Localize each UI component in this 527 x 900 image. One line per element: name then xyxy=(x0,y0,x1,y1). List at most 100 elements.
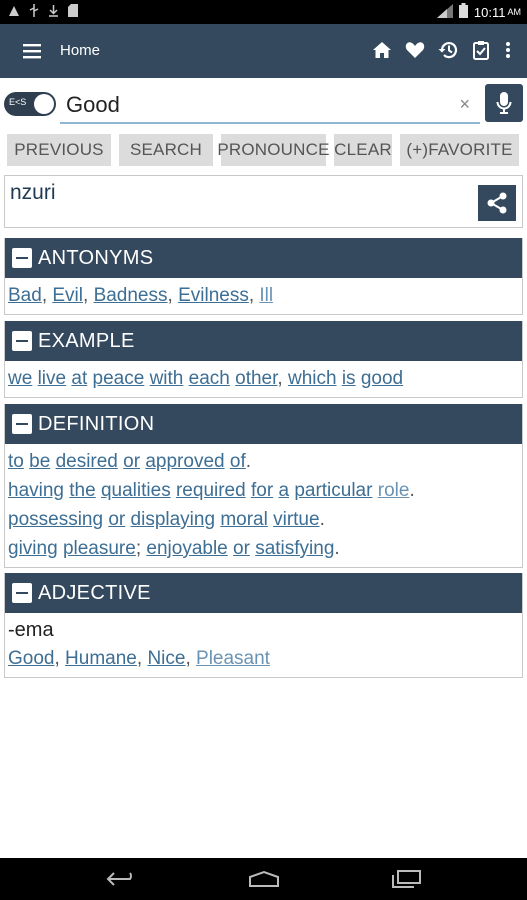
word-link[interactable]: qualities xyxy=(101,480,171,501)
synonym-link[interactable]: Pleasant xyxy=(196,648,270,669)
definition-title: DEFINITION xyxy=(38,412,155,435)
word-link[interactable]: the xyxy=(69,480,95,501)
adjective-translation: -ema xyxy=(8,619,54,641)
adjective-title: ADJECTIVE xyxy=(38,581,151,604)
word-link[interactable]: giving xyxy=(8,538,58,559)
system-nav-bar xyxy=(0,858,527,900)
status-right: 10:11 AM xyxy=(436,3,521,21)
signal-icon xyxy=(436,3,453,21)
word-link[interactable]: required xyxy=(176,480,246,501)
word-link[interactable]: we xyxy=(8,368,32,389)
menu-icon[interactable] xyxy=(22,41,42,61)
clear-search-icon[interactable]: × xyxy=(459,94,470,115)
language-toggle[interactable]: E<S xyxy=(4,92,56,116)
word-link[interactable]: approved xyxy=(145,451,224,472)
clear-button[interactable]: CLEAR xyxy=(334,134,392,166)
home-icon[interactable] xyxy=(371,38,393,62)
example-body: we live at peace with each other, which … xyxy=(5,361,522,397)
word-link[interactable]: moral xyxy=(220,509,268,530)
example-sentence: we live at peace with each other, which … xyxy=(8,368,404,389)
antonym-link[interactable]: Evilness xyxy=(178,285,249,306)
word-link[interactable]: good xyxy=(361,368,403,389)
word-link[interactable]: is xyxy=(342,368,356,389)
antonyms-list: Bad, Evil, Badness, Evilness, Ill xyxy=(8,285,274,306)
previous-button[interactable]: PREVIOUS xyxy=(7,134,111,166)
word-link[interactable]: each xyxy=(189,368,230,389)
antonym-link[interactable]: Evil xyxy=(52,285,83,306)
collapse-icon xyxy=(12,248,32,268)
example-header[interactable]: EXAMPLE xyxy=(5,321,522,361)
collapse-icon xyxy=(12,331,32,351)
pronounce-button[interactable]: PRONOUNCE xyxy=(217,134,329,166)
history-icon[interactable] xyxy=(437,38,459,62)
favorite-icon[interactable] xyxy=(404,38,426,62)
antonyms-body: Bad, Evil, Badness, Evilness, Ill xyxy=(5,278,522,314)
antonyms-section: ANTONYMS Bad, Evil, Badness, Evilness, I… xyxy=(4,238,523,315)
collapse-icon xyxy=(12,414,32,434)
search-input[interactable] xyxy=(66,90,446,120)
app-actions xyxy=(371,38,513,62)
favorite-button[interactable]: (+)FAVORITE xyxy=(400,134,519,166)
synonym-link[interactable]: Humane xyxy=(65,648,137,669)
word-link[interactable]: role xyxy=(378,480,410,501)
antonyms-title: ANTONYMS xyxy=(38,246,154,269)
definition-line: to be desired or approved of. xyxy=(8,451,252,472)
adjective-section: ADJECTIVE -ema Good, Humane, Nice, Pleas… xyxy=(4,573,523,678)
adjective-body: -ema Good, Humane, Nice, Pleasant xyxy=(5,613,522,677)
antonym-link[interactable]: Bad xyxy=(8,285,42,306)
example-section: EXAMPLE we live at peace with each other… xyxy=(4,321,523,398)
toggle-label: E<S xyxy=(9,97,27,107)
status-bar: 10:11 AM xyxy=(0,0,527,24)
collapse-icon xyxy=(12,583,32,603)
word-link[interactable]: pleasure xyxy=(63,538,136,559)
word-link[interactable]: or xyxy=(123,451,140,472)
word-link[interactable]: which xyxy=(288,368,337,389)
word-link[interactable]: or xyxy=(108,509,125,530)
search-row: E<S × xyxy=(0,78,527,130)
antonyms-header[interactable]: ANTONYMS xyxy=(5,238,522,278)
word-link[interactable]: virtue xyxy=(273,509,319,530)
clock-time: 10:11 xyxy=(473,4,506,20)
adjective-synonyms: Good, Humane, Nice, Pleasant xyxy=(8,648,270,669)
word-link[interactable]: particular xyxy=(294,480,372,501)
definition-line: having the qualities required for a part… xyxy=(8,480,415,501)
sd-card-icon xyxy=(68,4,78,22)
word-link[interactable]: other xyxy=(235,368,277,389)
definition-header[interactable]: DEFINITION xyxy=(5,404,522,444)
word-link[interactable]: satisfying xyxy=(255,538,334,559)
synonym-link[interactable]: Nice xyxy=(147,648,185,669)
adjective-header[interactable]: ADJECTIVE xyxy=(5,573,522,613)
word-link[interactable]: of xyxy=(230,451,246,472)
translation-result: nzuri xyxy=(4,175,523,228)
download-icon xyxy=(48,4,59,22)
microphone-icon[interactable] xyxy=(485,84,523,122)
word-link[interactable]: desired xyxy=(56,451,118,472)
word-link[interactable]: live xyxy=(38,368,67,389)
recent-apps-icon[interactable] xyxy=(386,866,426,892)
translation-word: nzuri xyxy=(10,181,56,204)
word-link[interactable]: for xyxy=(251,480,273,501)
search-button[interactable]: SEARCH xyxy=(119,134,213,166)
word-link[interactable]: be xyxy=(29,451,50,472)
word-link[interactable]: at xyxy=(71,368,87,389)
word-link[interactable]: peace xyxy=(93,368,145,389)
word-link[interactable]: possessing xyxy=(8,509,103,530)
clipboard-icon[interactable] xyxy=(470,38,492,62)
synonym-link[interactable]: Good xyxy=(8,648,54,669)
more-icon[interactable] xyxy=(503,38,513,62)
antonym-link[interactable]: Ill xyxy=(259,285,273,306)
home-nav-icon[interactable] xyxy=(244,866,284,892)
word-link[interactable]: displaying xyxy=(131,509,216,530)
back-icon[interactable] xyxy=(102,866,142,892)
word-link[interactable]: having xyxy=(8,480,64,501)
word-link[interactable]: to xyxy=(8,451,24,472)
warning-icon xyxy=(8,4,20,22)
word-link[interactable]: with xyxy=(150,368,184,389)
share-icon[interactable] xyxy=(478,185,516,221)
toggle-knob xyxy=(34,94,54,114)
word-link[interactable]: or xyxy=(233,538,250,559)
definition-line: giving pleasure; enjoyable or satisfying… xyxy=(8,538,340,559)
word-link[interactable]: a xyxy=(278,480,289,501)
word-link[interactable]: enjoyable xyxy=(146,538,227,559)
antonym-link[interactable]: Badness xyxy=(94,285,168,306)
